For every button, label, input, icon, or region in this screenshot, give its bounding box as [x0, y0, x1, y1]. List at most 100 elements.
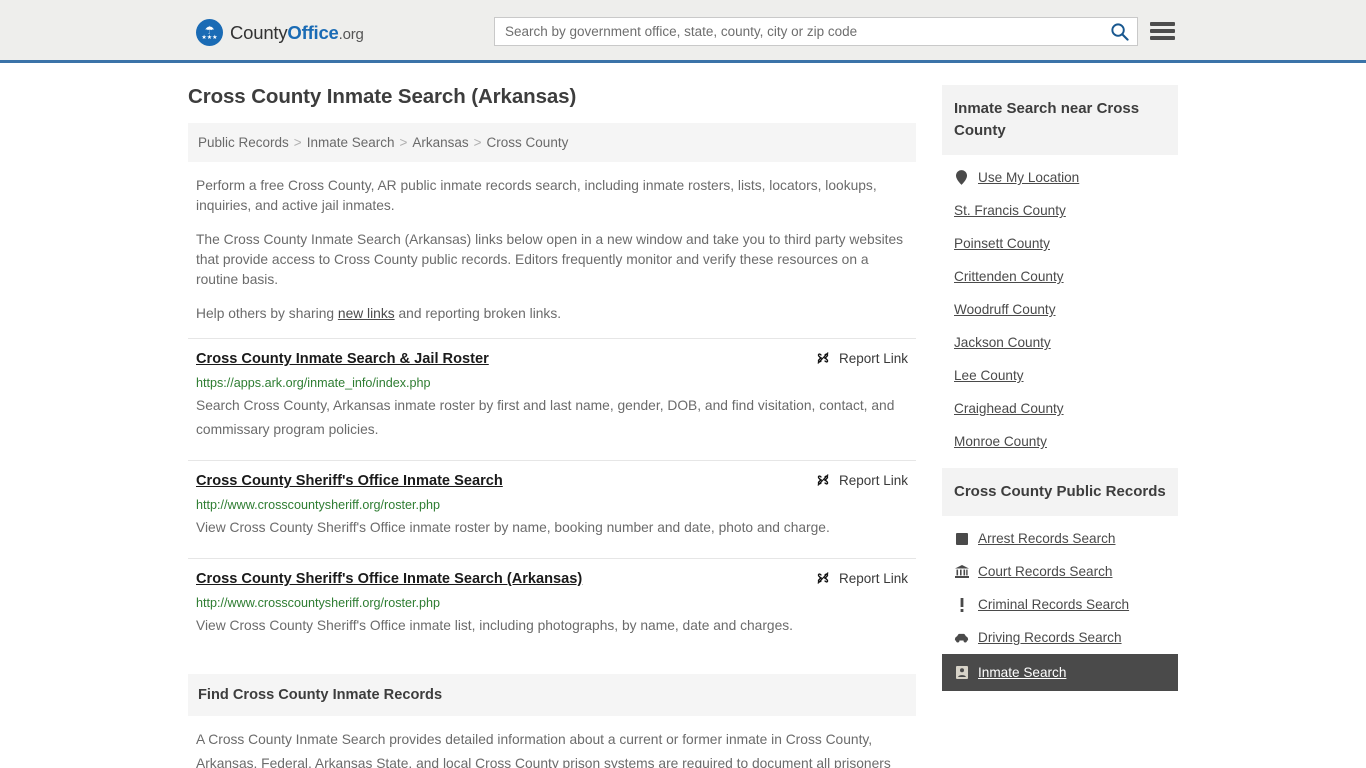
report-link-label: Report Link	[838, 350, 908, 366]
sidebar-item-label: St. Francis County	[954, 203, 1066, 218]
sidebar-item-label: Poinsett County	[954, 236, 1050, 251]
hamburger-bar	[1150, 22, 1175, 26]
intro-paragraph-1: Perform a free Cross County, AR public i…	[196, 178, 877, 213]
sidebar-item-label: Jackson County	[954, 335, 1051, 350]
breadcrumb-item-cross-county: Cross County	[486, 135, 569, 150]
nearby-panel-heading: Inmate Search near Cross County	[942, 85, 1178, 155]
nearby-panel: Inmate Search near Cross County Use My L…	[942, 85, 1178, 468]
page-body: Cross County Inmate Search (Arkansas) Pu…	[0, 63, 1366, 768]
result-description: View Cross County Sheriff's Office inmat…	[196, 520, 830, 535]
sidebar-item-label: Criminal Records Search	[978, 597, 1130, 612]
report-link-label: Report Link	[838, 472, 908, 488]
sidebar-item-label: Arrest Records Search	[978, 531, 1116, 546]
breadcrumb-separator: >	[399, 135, 408, 150]
car-icon	[954, 633, 969, 643]
sidebar-item-label: Use My Location	[978, 170, 1080, 185]
eagle-shield-logo-icon: ☂ ★★★	[196, 19, 223, 46]
sidebar-item-jackson-county[interactable]: Jackson County	[942, 326, 1178, 359]
logo-text-part1: County	[230, 21, 288, 43]
breadcrumb-item-inmate-search[interactable]: Inmate Search	[307, 135, 395, 150]
page-title: Cross County Inmate Search (Arkansas)	[188, 85, 577, 108]
broken-link-icon	[817, 572, 829, 584]
broken-link-icon	[817, 474, 829, 486]
report-link-button[interactable]: Report Link	[815, 349, 908, 366]
find-records-body: A Cross County Inmate Search provides de…	[196, 732, 891, 768]
site-header: ☂ ★★★ CountyOffice.org	[0, 0, 1366, 63]
result-url: http://www.crosscountysheriff.org/roster…	[196, 498, 441, 512]
broken-link-icon	[817, 352, 829, 364]
site-logo[interactable]: ☂ ★★★ CountyOffice.org	[196, 19, 364, 46]
sidebar-item-lee-county[interactable]: Lee County	[942, 359, 1178, 392]
sidebar-item-st-francis-county[interactable]: St. Francis County	[942, 194, 1178, 227]
sidebar-item-label: Woodruff County	[954, 302, 1056, 317]
sidebar-item-craighead-county[interactable]: Craighead County	[942, 392, 1178, 425]
result-header: Cross County Sheriff's Office Inmate Sea…	[196, 569, 908, 589]
intro-text-after: and reporting broken links.	[394, 306, 562, 321]
sidebar-item-court-records-search[interactable]: Court Records Search	[942, 555, 1178, 588]
result-item: Cross County Sheriff's Office Inmate Sea…	[188, 460, 916, 554]
result-title-link[interactable]: Cross County Sheriff's Office Inmate Sea…	[196, 569, 582, 589]
breadcrumb-separator: >	[293, 135, 302, 150]
result-url: http://www.crosscountysheriff.org/roster…	[196, 596, 441, 610]
result-description: Search Cross County, Arkansas inmate ros…	[196, 398, 895, 437]
sidebar-item-crittenden-county[interactable]: Crittenden County	[942, 260, 1178, 293]
breadcrumb-item-public-records[interactable]: Public Records	[198, 135, 289, 150]
sidebar-item-label: Inmate Search	[978, 665, 1067, 680]
sidebar-item-monroe-county[interactable]: Monroe County	[942, 425, 1178, 458]
sidebar-item-driving-records-search[interactable]: Driving Records Search	[942, 621, 1178, 654]
fingerprint-icon	[954, 532, 969, 545]
sidebar-item-label: Driving Records Search	[978, 630, 1122, 645]
breadcrumb: Public Records > Inmate Search > Arkansas > Cr…	[188, 123, 916, 162]
nearby-panel-list: Use My Location St. Francis County Poins…	[942, 155, 1178, 468]
result-title-link[interactable]: Cross County Sheriff's Office Inmate Sea…	[196, 471, 503, 491]
public-records-panel-heading: Cross County Public Records	[942, 468, 1178, 516]
result-url: https://apps.ark.org/inmate_info/index.p…	[196, 376, 431, 390]
report-link-label: Report Link	[838, 570, 908, 586]
breadcrumb-item-arkansas[interactable]: Arkansas	[412, 135, 468, 150]
exclamation-icon	[954, 597, 969, 612]
sidebar: Inmate Search near Cross County Use My L…	[942, 85, 1178, 701]
search-button[interactable]	[1101, 18, 1137, 45]
search-bar[interactable]	[494, 17, 1138, 46]
intro-paragraph-3: Help others by sharing new links and rep…	[188, 304, 916, 324]
public-records-panel: Cross County Public Records Arrest Recor…	[942, 468, 1178, 701]
id-card-icon	[954, 666, 969, 679]
content-container: Cross County Inmate Search (Arkansas) Pu…	[188, 85, 1178, 768]
breadcrumb-separator: >	[473, 135, 482, 150]
courthouse-icon	[954, 565, 969, 578]
sidebar-item-label: Craighead County	[954, 401, 1064, 416]
sidebar-item-inmate-search[interactable]: Inmate Search	[942, 654, 1178, 691]
report-link-button[interactable]: Report Link	[815, 471, 908, 488]
sidebar-item-label: Court Records Search	[978, 564, 1113, 579]
hamburger-bar	[1150, 36, 1175, 40]
result-item: Cross County Sheriff's Office Inmate Sea…	[188, 558, 916, 652]
map-pin-icon	[954, 170, 969, 185]
sidebar-item-label: Monroe County	[954, 434, 1047, 449]
logo-text-suffix: .org	[338, 25, 364, 43]
find-records-heading: Find Cross County Inmate Records	[188, 674, 916, 716]
search-input[interactable]	[495, 18, 1101, 45]
sidebar-item-label: Lee County	[954, 368, 1024, 383]
intro-text-before: Help others by sharing	[196, 306, 338, 321]
public-records-panel-list: Arrest Records Search Court Records Sear…	[942, 516, 1178, 701]
sidebar-item-use-my-location[interactable]: Use My Location	[942, 161, 1178, 194]
result-header: Cross County Sheriff's Office Inmate Sea…	[196, 471, 908, 491]
report-link-button[interactable]: Report Link	[815, 569, 908, 586]
sidebar-item-woodruff-county[interactable]: Woodruff County	[942, 293, 1178, 326]
result-description: View Cross County Sheriff's Office inmat…	[196, 618, 793, 633]
sidebar-item-arrest-records-search[interactable]: Arrest Records Search	[942, 522, 1178, 555]
result-title-link[interactable]: Cross County Inmate Search & Jail Roster	[196, 349, 489, 369]
logo-text: CountyOffice.org	[230, 22, 364, 44]
intro-paragraph-2: The Cross County Inmate Search (Arkansas…	[196, 232, 904, 287]
search-icon	[1110, 23, 1129, 41]
result-item: Cross County Inmate Search & Jail Roster…	[188, 338, 916, 456]
sidebar-item-poinsett-county[interactable]: Poinsett County	[942, 227, 1178, 260]
hamburger-bar	[1150, 29, 1175, 33]
hamburger-menu-button[interactable]	[1150, 20, 1175, 42]
new-links-link[interactable]: new links	[338, 306, 395, 321]
sidebar-item-criminal-records-search[interactable]: Criminal Records Search	[942, 588, 1178, 621]
result-header: Cross County Inmate Search & Jail Roster…	[196, 349, 908, 369]
logo-text-bold: Office	[287, 21, 339, 43]
main-column: Cross County Inmate Search (Arkansas) Pu…	[188, 85, 916, 768]
sidebar-item-label: Crittenden County	[954, 269, 1064, 284]
